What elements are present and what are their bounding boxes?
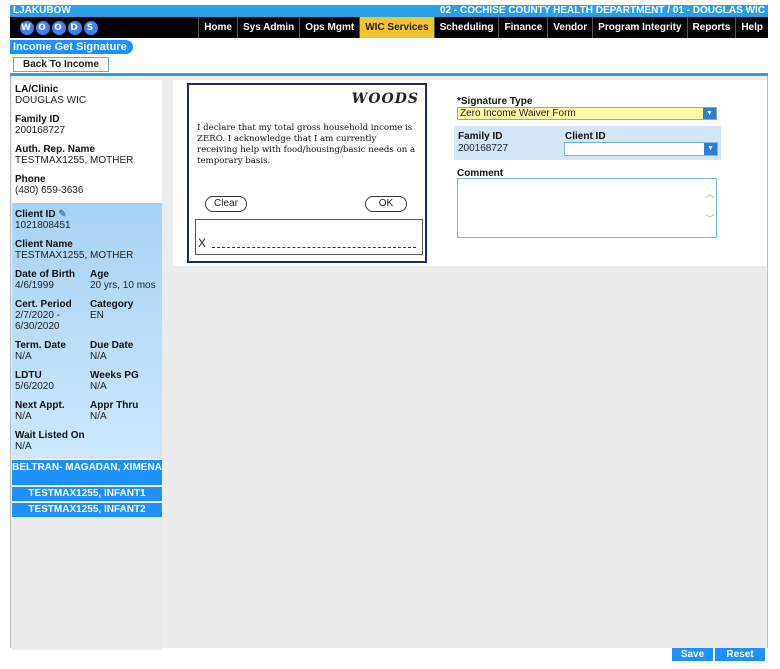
family-member-item[interactable]: TESTMAX1255, INFANT2 bbox=[12, 502, 162, 517]
reset-button[interactable]: Reset bbox=[715, 648, 765, 661]
menu-ops-mgmt[interactable]: Ops Mgmt bbox=[299, 17, 359, 38]
scroll-down-icon[interactable]: ﹀ bbox=[704, 212, 716, 225]
app-logo: WOODS bbox=[14, 19, 106, 36]
menu-program-integrity[interactable]: Program Integrity bbox=[592, 17, 686, 38]
clear-signature-button[interactable]: Clear bbox=[205, 196, 247, 212]
save-button[interactable]: Save bbox=[672, 648, 713, 661]
signature-area[interactable]: X bbox=[195, 219, 423, 255]
logo-badge-icon: O bbox=[36, 20, 50, 35]
appr-thru-field: Appr Thru N/A bbox=[90, 400, 139, 422]
waiver-statement: I declare that my total gross household … bbox=[197, 123, 416, 166]
due-date-field: Due Date N/A bbox=[90, 340, 134, 362]
signature-pad: WOODS I declare that my total gross hous… bbox=[187, 83, 427, 263]
menu-reports[interactable]: Reports bbox=[686, 17, 736, 38]
edit-pencil-icon[interactable]: ✎ bbox=[58, 209, 66, 220]
ldtu-field: LDTU 5/6/2020 bbox=[15, 370, 54, 392]
family-id-label: Family ID bbox=[458, 131, 503, 142]
family-member-item[interactable]: TESTMAX1255, INFANT1 bbox=[12, 486, 162, 501]
menu-wic-services[interactable]: WIC Services bbox=[359, 17, 434, 38]
comment-textarea[interactable]: ︿ ﹀ bbox=[457, 178, 717, 238]
wait-listed-field: Wait Listed On N/A bbox=[15, 430, 85, 452]
family-client-row: Family ID 200168727 Client ID ▼ bbox=[454, 126, 721, 160]
logo-badge-icon: O bbox=[52, 20, 66, 35]
dob-field: Date of Birth 4/6/1999 bbox=[15, 269, 75, 291]
menu-finance[interactable]: Finance bbox=[498, 17, 547, 38]
navigation-bar: WOODS Home Sys Admin Ops Mgmt WIC Servic… bbox=[10, 17, 768, 38]
signature-line bbox=[212, 238, 416, 248]
scroll-up-icon[interactable]: ︿ bbox=[704, 187, 716, 200]
textarea-scrollbar[interactable]: ︿ ﹀ bbox=[704, 179, 716, 237]
ok-signature-button[interactable]: OK bbox=[365, 196, 407, 212]
cert-period-field: Cert. Period 2/7/2020 -6/30/2020 bbox=[15, 299, 72, 332]
client-id-select[interactable]: ▼ bbox=[564, 142, 718, 156]
client-info-panel: Client ID ✎ 1021808451 Client Name TESTMAX… bbox=[12, 203, 162, 458]
agency-name: 02 - COCHISE COUNTY HEALTH DEPARTMENT / … bbox=[439, 5, 765, 16]
client-name-field: Client Name TESTMAX1255, MOTHER bbox=[15, 239, 134, 261]
back-to-income-button[interactable]: Back To Income bbox=[13, 57, 109, 72]
age-field: Age 20 yrs, 10 mos bbox=[90, 269, 156, 291]
signature-x-mark: X bbox=[198, 236, 207, 250]
chevron-down-icon[interactable]: ▼ bbox=[704, 143, 717, 155]
page-title: Income Get Signature bbox=[10, 40, 133, 54]
next-appt-field: Next Appt. N/A bbox=[15, 400, 65, 422]
weeks-pg-field: Weeks PG N/A bbox=[90, 370, 139, 392]
family-info-panel: LA/Clinic DOUGLAS WIC Family ID 200168727 … bbox=[12, 80, 162, 203]
signature-type-label: *Signature Type bbox=[457, 96, 533, 107]
phone-field: Phone (480) 659-3636 bbox=[15, 174, 84, 196]
logo-badge-icon: S bbox=[84, 20, 98, 35]
client-id-label: Client ID bbox=[565, 131, 606, 142]
logo-badge-icon: D bbox=[68, 20, 82, 35]
logo-badge-icon: W bbox=[20, 20, 34, 35]
menu-help[interactable]: Help bbox=[735, 17, 768, 38]
chevron-down-icon[interactable]: ▼ bbox=[703, 108, 716, 119]
family-member-item[interactable]: BELTRAN- MAGADAN, XIMENA bbox=[12, 459, 162, 485]
user-name: LJAKUBOW bbox=[13, 5, 71, 16]
family-id-value: 200168727 bbox=[458, 143, 509, 154]
menu-sys-admin[interactable]: Sys Admin bbox=[236, 17, 299, 38]
la-clinic-field: LA/Clinic DOUGLAS WIC bbox=[15, 84, 87, 106]
family-id-field: Family ID 200168727 bbox=[15, 114, 66, 136]
top-info-bar: LJAKUBOW 02 - COCHISE COUNTY HEALTH DEPA… bbox=[10, 5, 768, 17]
auth-rep-field: Auth. Rep. Name TESTMAX1255, MOTHER bbox=[15, 144, 134, 166]
menu-scheduling[interactable]: Scheduling bbox=[433, 17, 499, 38]
menu-home[interactable]: Home bbox=[198, 17, 237, 38]
term-date-field: Term. Date N/A bbox=[15, 340, 66, 362]
signature-pad-brand: WOODS bbox=[351, 91, 419, 107]
signature-type-select[interactable]: Zero Income Waiver Form ▼ bbox=[457, 107, 717, 120]
category-field: Category EN bbox=[90, 299, 134, 321]
main-menu: Home Sys Admin Ops Mgmt WIC Services Sch… bbox=[198, 17, 768, 38]
client-id-field: Client ID ✎ 1021808451 bbox=[15, 209, 71, 231]
menu-vendor[interactable]: Vendor bbox=[547, 17, 592, 38]
